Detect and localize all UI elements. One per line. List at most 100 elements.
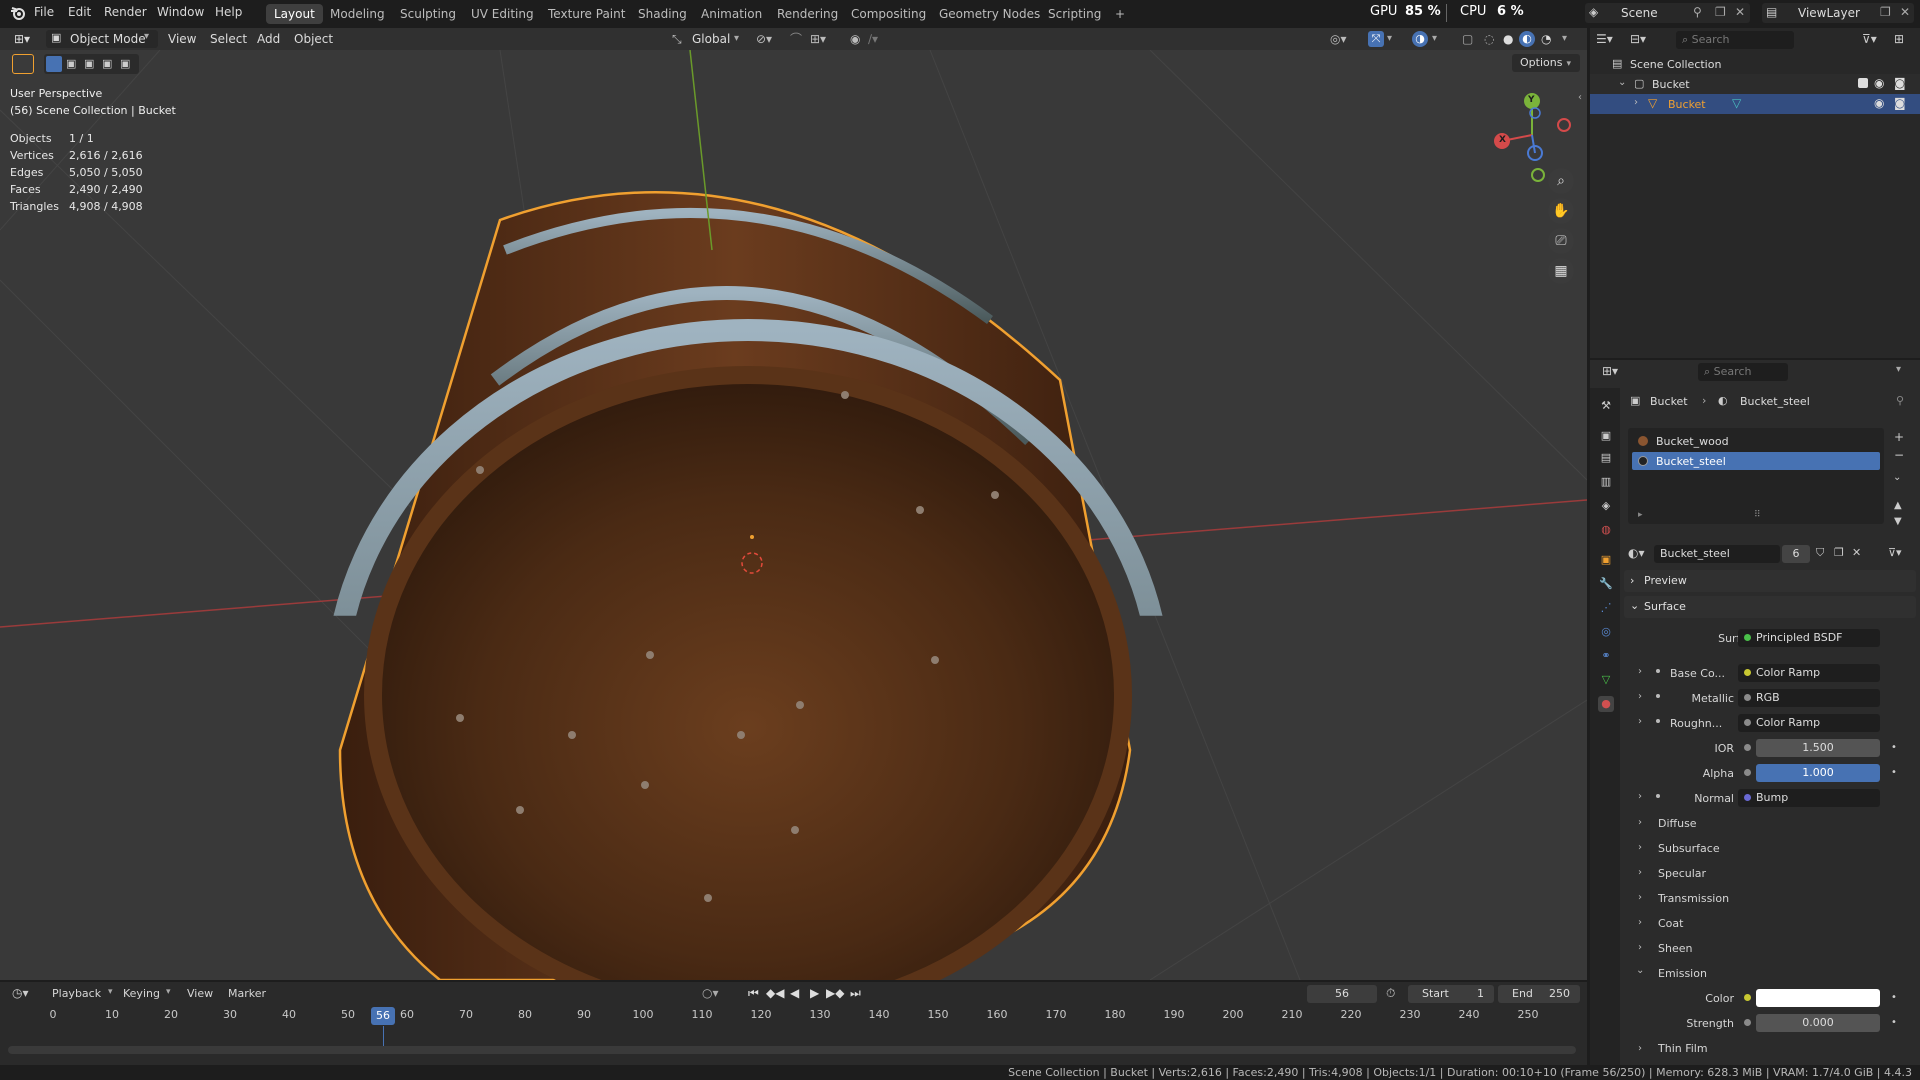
camera-icon[interactable]: ◙ xyxy=(1894,96,1906,110)
chevron-right-icon[interactable]: › xyxy=(1638,791,1642,802)
snap-target-icon[interactable]: ⊞▾ xyxy=(810,31,826,47)
tab-modeling[interactable]: Modeling xyxy=(322,4,393,24)
next-keyframe-icon[interactable]: ▶◆ xyxy=(826,986,844,1000)
add-slot-icon[interactable]: + xyxy=(1894,430,1904,444)
new-collection-icon[interactable]: ⊞ xyxy=(1894,32,1904,46)
gizmo-toggle-icon[interactable]: ⤧ xyxy=(1368,31,1384,47)
pan-hand-icon[interactable]: ✋ xyxy=(1548,198,1574,224)
emission-strength-slider[interactable]: 0.000 xyxy=(1756,1014,1880,1032)
surface-shader-field[interactable]: Principled BSDF xyxy=(1738,629,1880,647)
record-icon[interactable]: ○▾ xyxy=(702,986,719,1000)
overlays-icon[interactable]: ◑ xyxy=(1412,31,1428,47)
tab-rendering[interactable]: Rendering xyxy=(769,4,846,24)
chevron-right-icon[interactable]: › xyxy=(1638,691,1642,702)
metallic-field[interactable]: RGB xyxy=(1738,689,1880,707)
menu-select[interactable]: Select xyxy=(210,31,247,47)
proportional-edit-icon[interactable]: ◉ xyxy=(850,31,860,47)
pin-icon[interactable]: ⚲ xyxy=(1693,5,1702,19)
world-tab-icon[interactable]: ◍ xyxy=(1598,522,1614,538)
material-name-field[interactable]: Bucket_steel xyxy=(1654,545,1780,563)
menu-view[interactable]: View xyxy=(187,987,213,1000)
options-dropdown[interactable]: Options ▾ xyxy=(1512,54,1580,72)
pivot-icon[interactable]: ⊘▾ xyxy=(756,31,772,47)
gizmo-neg-x-handle[interactable] xyxy=(1557,118,1571,132)
unlink-icon[interactable]: ✕ xyxy=(1852,546,1861,559)
tool-tab-icon[interactable]: ⚒ xyxy=(1598,398,1614,414)
fake-user-shield-icon[interactable]: ⛉ xyxy=(1816,546,1824,560)
editor-type-icon[interactable]: ⊞▾ xyxy=(14,31,30,47)
mesh-data-icon[interactable]: ▽ xyxy=(1732,96,1741,110)
remove-slot-icon[interactable]: − xyxy=(1894,448,1904,462)
constraints-tab-icon[interactable]: ⚭ xyxy=(1598,648,1614,664)
output-tab-icon[interactable]: ▤ xyxy=(1598,450,1614,466)
chevron-right-icon[interactable]: › xyxy=(1638,666,1642,677)
outliner-row-bucket-object[interactable]: › ▽ Bucket ▽ ◉ ◙ xyxy=(1590,94,1920,114)
new-scene-icon[interactable]: ❐ xyxy=(1715,5,1726,19)
select-extend-icon[interactable]: ▣ xyxy=(66,57,76,70)
close-icon[interactable]: ✕ xyxy=(1735,5,1745,19)
list-item[interactable]: Bucket_wood xyxy=(1632,432,1880,450)
select-invert-icon[interactable]: ▣ xyxy=(102,57,112,70)
tab-shading[interactable]: Shading xyxy=(630,4,695,24)
menu-edit[interactable]: Edit xyxy=(68,5,91,19)
rendered-shading-icon[interactable]: ◔ xyxy=(1541,31,1551,47)
gizmo-neg-y-handle[interactable] xyxy=(1531,168,1545,182)
tab-sculpting[interactable]: Sculpting xyxy=(392,4,464,24)
resize-handle-icon[interactable]: ⠿ xyxy=(1754,510,1761,520)
scene-canvas[interactable] xyxy=(0,50,1587,980)
menu-marker[interactable]: Marker xyxy=(228,987,266,1000)
mode-dropdown[interactable]: ▣ Object Mode ▾ xyxy=(46,30,158,48)
emission-color-swatch[interactable] xyxy=(1756,989,1880,1007)
roughness-field[interactable]: Color Ramp xyxy=(1738,714,1880,732)
falloff-icon[interactable]: ∕▾ xyxy=(868,31,878,47)
chevron-right-icon[interactable]: › xyxy=(1634,97,1638,108)
chevron-down-icon[interactable]: ⌄ xyxy=(1893,472,1901,483)
move-up-icon[interactable]: ▲ xyxy=(1894,500,1902,511)
snap-icon[interactable]: ⌒ xyxy=(790,31,802,47)
alpha-slider[interactable]: 1.000 xyxy=(1756,764,1880,782)
visibility-icon[interactable]: ◎▾ xyxy=(1330,31,1347,47)
scene-tab-icon[interactable]: ◈ xyxy=(1598,498,1614,514)
tab-uv-editing[interactable]: UV Editing xyxy=(463,4,542,24)
end-frame-field[interactable]: End 250 xyxy=(1498,985,1580,1003)
outliner-row-scene-collection[interactable]: ▤ Scene Collection xyxy=(1590,54,1920,74)
stopwatch-icon[interactable]: ⏱ xyxy=(1386,986,1395,1001)
menu-keying[interactable]: Keying xyxy=(123,987,160,1000)
eye-icon[interactable]: ◉ xyxy=(1874,76,1884,90)
duplicate-icon[interactable]: ❐ xyxy=(1834,546,1844,559)
orientation-dropdown[interactable]: Global xyxy=(692,31,730,47)
keyframe-dot-icon[interactable]: • xyxy=(1891,767,1897,778)
list-item[interactable]: Bucket_steel xyxy=(1632,452,1880,470)
select-tool-icon[interactable] xyxy=(12,54,34,74)
pin-icon[interactable]: ⚲ xyxy=(1896,394,1904,407)
blender-logo-icon[interactable] xyxy=(10,5,26,21)
chevron-down-icon[interactable]: ⌄ xyxy=(1618,77,1626,88)
new-layer-icon[interactable]: ❐ xyxy=(1880,5,1891,19)
jump-end-icon[interactable]: ⏭ xyxy=(850,986,861,1001)
menu-add[interactable]: Add xyxy=(257,31,280,47)
base-color-field[interactable]: Color Ramp xyxy=(1738,664,1880,682)
close-icon[interactable]: ✕ xyxy=(1900,5,1910,19)
wireframe-shading-icon[interactable]: ◌ xyxy=(1484,31,1494,47)
menu-window[interactable]: Window xyxy=(157,5,204,19)
keyframe-dot-icon[interactable]: • xyxy=(1891,1017,1897,1028)
camera-view-icon[interactable]: ⎚ xyxy=(1548,228,1574,254)
camera-icon[interactable]: ◙ xyxy=(1894,76,1906,90)
tab-layout[interactable]: Layout xyxy=(266,4,323,24)
tab-texture-paint[interactable]: Texture Paint xyxy=(540,4,633,24)
normal-field[interactable]: Bump xyxy=(1738,789,1880,807)
play-reverse-icon[interactable]: ◀ xyxy=(790,986,799,1000)
link-type-icon[interactable]: ⊽▾ xyxy=(1888,546,1902,559)
frame-ruler[interactable]: 0 10 20 30 40 50 60 70 80 90 100 110 120 130 140 150 160… xyxy=(0,1006,1587,1026)
view-layer-tab-icon[interactable]: ▥ xyxy=(1598,474,1614,490)
sidebar-toggle-icon[interactable]: ‹ xyxy=(1578,92,1582,103)
scene-selector[interactable]: ◈ Scene ⚲ ❐ ✕ xyxy=(1585,3,1750,23)
properties-search-input[interactable]: ⌕ Search xyxy=(1698,363,1788,381)
solid-shading-icon[interactable]: ● xyxy=(1503,31,1513,47)
tab-geometry-nodes[interactable]: Geometry Nodes xyxy=(931,4,1048,24)
3d-viewport[interactable]: ▣ ▣ ▣ ▣ User Perspective (56) Scene Coll… xyxy=(0,50,1587,980)
view-layer-selector[interactable]: ▤ ViewLayer ❐ ✕ xyxy=(1762,3,1914,23)
tab-compositing[interactable]: Compositing xyxy=(843,4,934,24)
select-intersect-icon[interactable]: ▣ xyxy=(120,57,130,70)
object-tab-icon[interactable]: ▣ xyxy=(1598,552,1614,568)
